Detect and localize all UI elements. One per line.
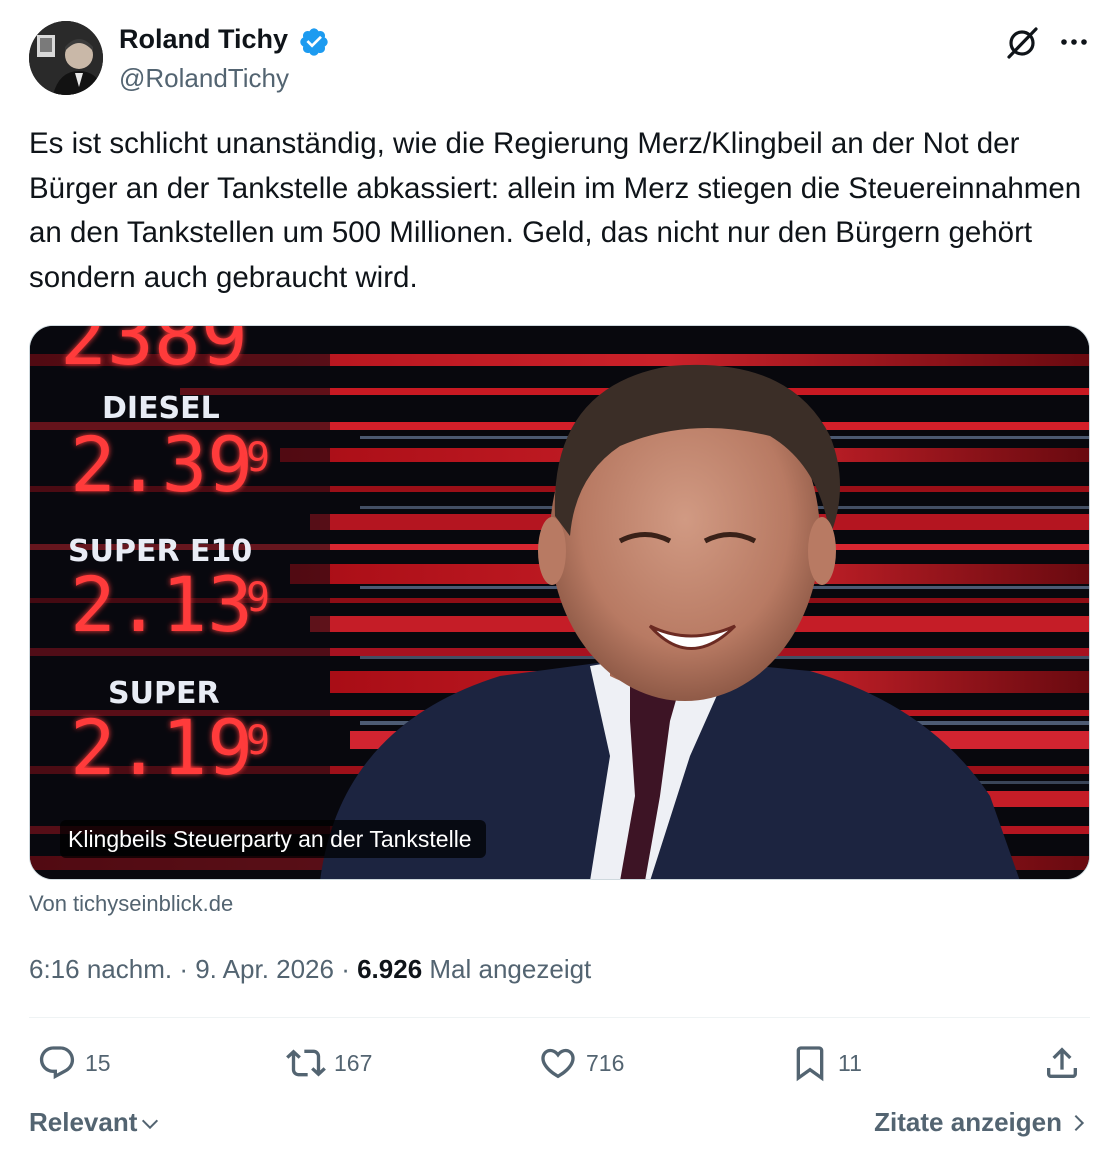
sort-label: Relevant	[29, 1107, 138, 1137]
share-icon	[1047, 1047, 1077, 1078]
views-count: 6.926	[357, 954, 423, 984]
media-image: 2389 DIESEL 2.39 9 SUPER E10 2.13 9 SUPE…	[30, 326, 1089, 879]
bookmark-button[interactable]: 11	[790, 1040, 862, 1086]
more-button[interactable]	[1052, 22, 1096, 62]
tweet-text: Es ist schlicht unanständig, wie die Reg…	[29, 127, 1082, 294]
author-handle[interactable]: @RolandTichy	[119, 61, 289, 95]
author-name[interactable]: Roland Tichy	[119, 22, 288, 56]
sign-sup-diesel: 9	[246, 435, 270, 481]
link-card-media[interactable]: 2389 DIESEL 2.39 9 SUPER E10 2.13 9 SUPE…	[29, 325, 1090, 880]
sign-price-super: 2.19	[70, 703, 253, 792]
grok-button[interactable]	[1002, 22, 1042, 62]
bookmark-icon	[796, 1046, 824, 1082]
sign-sup-super-e10: 9	[246, 575, 270, 621]
like-icon	[541, 1048, 575, 1079]
verified-badge-icon	[300, 28, 328, 56]
chevron-right-icon	[1074, 1114, 1085, 1132]
timestamp[interactable]: 6:16 nachm. · 9. Apr. 2026 ·	[29, 954, 357, 984]
link-source[interactable]: Von tichyseinblick.de	[29, 888, 233, 920]
like-count: 716	[586, 1050, 625, 1076]
repost-button[interactable]: 167	[286, 1040, 372, 1086]
more-icon	[1061, 39, 1087, 45]
media-caption: Klingbeils Steuerparty an der Tankstelle	[60, 820, 486, 858]
quotes-label: Zitate anzeigen	[874, 1107, 1062, 1137]
bookmark-count: 11	[838, 1050, 862, 1076]
view-quotes-link[interactable]: Zitate anzeigen	[874, 1104, 1090, 1140]
avatar[interactable]	[29, 21, 103, 95]
chevron-down-icon	[142, 1119, 159, 1130]
repost-icon	[286, 1049, 326, 1077]
sort-dropdown[interactable]: Relevant	[29, 1104, 161, 1140]
avatar-image	[29, 21, 103, 95]
sign-sup-super: 9	[246, 718, 270, 764]
tweet-meta: 6:16 nachm. · 9. Apr. 2026 · 6.926 Mal a…	[29, 950, 591, 988]
divider	[29, 1017, 1090, 1018]
reply-button[interactable]: 15	[37, 1040, 111, 1086]
sign-price-diesel: 2.39	[70, 420, 253, 509]
reply-icon	[39, 1046, 75, 1080]
repost-count: 167	[334, 1050, 373, 1076]
sign-top-price: 2389	[60, 326, 248, 383]
views-label: Mal angezeigt	[422, 954, 592, 984]
reply-count: 15	[85, 1050, 111, 1076]
like-button[interactable]: 716	[538, 1040, 624, 1086]
grok-icon	[1007, 27, 1038, 59]
tweet: Roland Tichy @RolandTichy Es ist schlich…	[0, 0, 1111, 1160]
sign-price-super-e10: 2.13	[70, 560, 253, 649]
share-button[interactable]	[1042, 1040, 1082, 1086]
